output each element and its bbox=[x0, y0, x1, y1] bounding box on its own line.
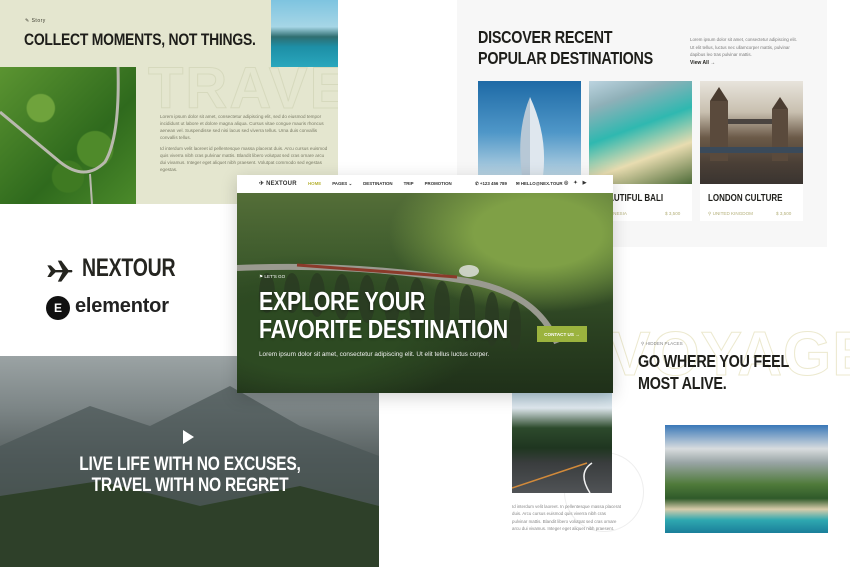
airplane-icon bbox=[47, 260, 73, 282]
story-paragraph: Lorem ipsum dolor sit amet, consectetur … bbox=[160, 114, 324, 140]
destinations-description: Lorem ipsum dolor sit amet, consectetur … bbox=[690, 37, 797, 57]
social-links: ◎ ✦ ▶ bbox=[564, 180, 586, 186]
story-section: TRAVEL ✎ Story Collect moments, not thin… bbox=[0, 0, 338, 204]
hero-title-line2: Favorite Destination bbox=[259, 314, 508, 344]
story-paragraph: Id interdum velit laoreet id pellentesqu… bbox=[160, 146, 328, 172]
hidden-places-title: Go where you feel most alive. bbox=[638, 350, 789, 394]
video-title: Live life with no excuses, travel with n… bbox=[0, 454, 379, 496]
pool-photo bbox=[271, 0, 338, 67]
hero-eyebrow: ⚑ Let's Go bbox=[259, 274, 286, 279]
nav-menu: Home Pages ⌄ Destination Trip Promotion bbox=[308, 181, 452, 187]
coastline-photo bbox=[665, 425, 828, 533]
hidden-places-eyebrow: ⚲ Hidden Places bbox=[641, 341, 683, 346]
dubai-photo bbox=[478, 81, 581, 184]
nav-logo[interactable]: ✈ NEXTOUR bbox=[259, 180, 297, 187]
brand-block: NEXTOUR E elementor bbox=[0, 204, 238, 356]
nav-item-promotion[interactable]: Promotion bbox=[425, 181, 452, 187]
destinations-title: Discover Recent Popular Destinations bbox=[478, 27, 653, 69]
hero-preview: ✈ NEXTOUR Home Pages ⌄ Destination Trip … bbox=[237, 175, 613, 393]
mountain-road-photo bbox=[512, 393, 612, 493]
forest-road-photo bbox=[0, 67, 136, 204]
destinations-title-line1: Discover Recent bbox=[478, 27, 613, 47]
hidden-title-line2: most alive. bbox=[638, 373, 727, 393]
nav-contact: ✆ +123 456 789 ✉ hello@nex.tour bbox=[475, 181, 563, 187]
email[interactable]: ✉ hello@nex.tour bbox=[516, 181, 563, 187]
contact-us-button[interactable]: Contact Us → bbox=[537, 326, 587, 342]
nav-item-pages[interactable]: Pages ⌄ bbox=[332, 181, 352, 187]
story-body: Lorem ipsum dolor sit amet, consectetur … bbox=[160, 113, 330, 177]
youtube-icon[interactable]: ▶ bbox=[583, 180, 587, 186]
london-photo bbox=[700, 81, 803, 184]
destination-location: ⚲ United Kingdom bbox=[708, 211, 753, 216]
hidden-places-body: Id interdum velit laoreet. In pellentesq… bbox=[512, 504, 621, 531]
story-title: Collect moments, not things. bbox=[24, 30, 256, 49]
play-button-icon[interactable] bbox=[183, 430, 194, 444]
video-title-line2: travel with no regret bbox=[91, 475, 288, 496]
hero-lead: Lorem ipsum dolor sit amet, consectetur … bbox=[259, 351, 490, 358]
tower-bridge-shape bbox=[700, 87, 803, 161]
view-all-link[interactable]: View All → bbox=[690, 60, 715, 66]
mail-icon: ✉ bbox=[515, 181, 520, 186]
bali-photo bbox=[589, 81, 692, 184]
destination-price: $ 3,500 bbox=[776, 211, 792, 216]
road-lines bbox=[512, 462, 593, 493]
instagram-icon[interactable]: ◎ bbox=[564, 180, 568, 186]
nav-item-home[interactable]: Home bbox=[308, 181, 321, 187]
elementor-wordmark: elementor bbox=[75, 295, 169, 317]
road-curve bbox=[0, 67, 120, 204]
destinations-title-line2: Popular Destinations bbox=[478, 48, 654, 68]
hero-title: Explore Your Favorite Destination bbox=[259, 287, 508, 343]
nextour-logo-text: NEXTOUR bbox=[82, 254, 176, 282]
hidden-title-line1: Go where you feel bbox=[638, 351, 790, 371]
destination-price: $ 3,500 bbox=[665, 211, 681, 216]
hero-navbar: ✈ NEXTOUR Home Pages ⌄ Destination Trip … bbox=[237, 175, 613, 193]
story-eyebrow: ✎ Story bbox=[25, 18, 46, 24]
hero-title-line1: Explore Your bbox=[259, 286, 426, 316]
destination-card[interactable]: London Culture ⚲ United Kingdom $ 3,500 bbox=[700, 81, 803, 221]
nav-item-trip[interactable]: Trip bbox=[404, 181, 414, 187]
video-title-line1: Live life with no excuses, bbox=[78, 454, 301, 475]
phone-icon: ✆ bbox=[475, 181, 479, 186]
twitter-icon[interactable]: ✦ bbox=[573, 180, 577, 186]
story-eyebrow-label: Story bbox=[31, 18, 46, 24]
burj-al-arab-shape bbox=[520, 97, 545, 176]
elementor-icon: E bbox=[46, 296, 70, 320]
nav-item-destination[interactable]: Destination bbox=[363, 181, 392, 187]
phone[interactable]: ✆ +123 456 789 bbox=[475, 181, 507, 187]
destination-name: London Culture bbox=[708, 193, 783, 204]
